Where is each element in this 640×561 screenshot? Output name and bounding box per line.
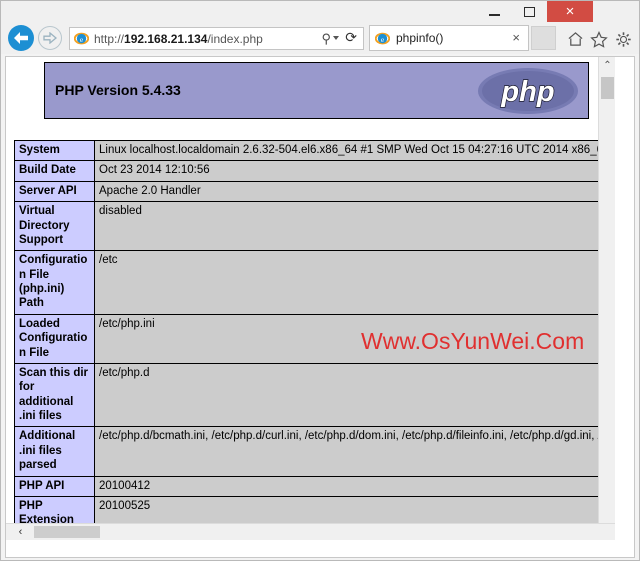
row-key: PHP API [14, 475, 95, 497]
horizontal-scrollbar-thumb[interactable] [34, 526, 100, 538]
tab-label: phpinfo() [396, 31, 444, 45]
table-row: Server API Apache 2.0 Handler [14, 180, 615, 203]
vertical-scrollbar-thumb[interactable] [601, 77, 614, 99]
title-bar: × [1, 1, 639, 22]
back-button[interactable] [8, 25, 34, 51]
svg-text:php: php [500, 76, 554, 108]
minimize-icon [489, 13, 500, 16]
table-row: Virtual Directory Support disabled [14, 201, 615, 252]
chevron-down-icon[interactable] [333, 36, 339, 40]
url-host: 192.168.21.134 [124, 31, 208, 46]
gear-icon[interactable] [613, 29, 633, 49]
tab-phpinfo[interactable]: e phpinfo() × [369, 25, 529, 51]
row-value: /etc/php.d/bcmath.ini, /etc/php.d/curl.i… [94, 426, 615, 477]
row-value: 20100412 [94, 475, 615, 497]
row-key: Configuration File (php.ini) Path [14, 250, 95, 315]
php-logo-icon: php [478, 68, 578, 114]
favorites-star-icon[interactable] [589, 29, 609, 49]
row-key: Server API [14, 180, 95, 203]
phpinfo-table-body: System Linux localhost.localdomain 2.6.3… [14, 139, 615, 540]
url-prefix: http:// [94, 31, 125, 46]
row-value: Linux localhost.localdomain 2.6.32-504.e… [94, 139, 615, 162]
back-arrow-icon [14, 32, 28, 44]
new-tab-button[interactable] [531, 26, 556, 50]
page-viewport: PHP Version 5.4.33 php System Linux loca… [5, 56, 635, 558]
scroll-left-icon[interactable]: ‹ [12, 524, 29, 540]
browser-toolbar: e http://192.168.21.134/index.php ⚲ ⟳ e … [1, 22, 639, 54]
tab-strip: e phpinfo() × [369, 25, 529, 51]
table-row: PHP API 20100412 [14, 475, 615, 497]
table-row: System Linux localhost.localdomain 2.6.3… [14, 139, 615, 162]
home-icon[interactable] [565, 29, 585, 49]
maximize-button[interactable] [512, 1, 547, 22]
row-key: Scan this dir for additional .ini files [14, 362, 95, 428]
minimize-button[interactable] [477, 1, 512, 22]
row-value: /etc/php.ini [94, 313, 615, 364]
row-key: System [14, 139, 95, 162]
phpinfo-table: System Linux localhost.localdomain 2.6.3… [14, 139, 615, 540]
row-key: Virtual Directory Support [14, 201, 95, 252]
row-key: Additional .ini files parsed [14, 426, 95, 477]
table-row: Additional .ini files parsed /etc/php.d/… [14, 426, 615, 477]
table-row: Configuration File (php.ini) Path /etc [14, 250, 615, 315]
maximize-icon [524, 6, 535, 17]
php-version-banner: PHP Version 5.4.33 php [44, 62, 589, 119]
table-row: Build Date Oct 23 2014 12:10:56 [14, 160, 615, 182]
url-text: http://192.168.21.134/index.php [94, 32, 263, 46]
row-value: Apache 2.0 Handler [94, 180, 615, 203]
forward-button[interactable] [38, 26, 62, 50]
horizontal-scrollbar[interactable]: ‹ [6, 523, 615, 540]
address-bar[interactable]: e http://192.168.21.134/index.php ⚲ ⟳ [69, 27, 364, 50]
close-button[interactable]: × [547, 1, 593, 22]
scroll-up-icon[interactable]: ⌃ [599, 57, 615, 74]
internet-explorer-icon: e [74, 32, 89, 45]
row-value: /etc [94, 250, 615, 315]
table-row: Scan this dir for additional .ini files … [14, 362, 615, 428]
forward-arrow-icon [43, 32, 57, 44]
url-path: /index.php [207, 31, 263, 46]
row-value: disabled [94, 201, 615, 252]
page-title: PHP Version 5.4.33 [55, 82, 181, 98]
row-value: /etc/php.d [94, 362, 615, 428]
search-icon[interactable]: ⚲ [321, 31, 331, 47]
table-row: Loaded Configuration File /etc/php.ini [14, 313, 615, 364]
internet-explorer-icon: e [375, 32, 390, 44]
vertical-scrollbar[interactable]: ⌃ [598, 57, 615, 540]
phpinfo-page: PHP Version 5.4.33 php System Linux loca… [6, 57, 615, 540]
row-value: Oct 23 2014 12:10:56 [94, 160, 615, 182]
tab-close-icon[interactable]: × [512, 30, 520, 46]
refresh-icon[interactable]: ⟳ [345, 30, 357, 46]
close-icon: × [565, 3, 575, 20]
browser-window: × e http://192.168.21.134/index.php ⚲ ⟳ [0, 0, 640, 561]
row-key: Loaded Configuration File [14, 313, 95, 364]
row-key: Build Date [14, 160, 95, 182]
